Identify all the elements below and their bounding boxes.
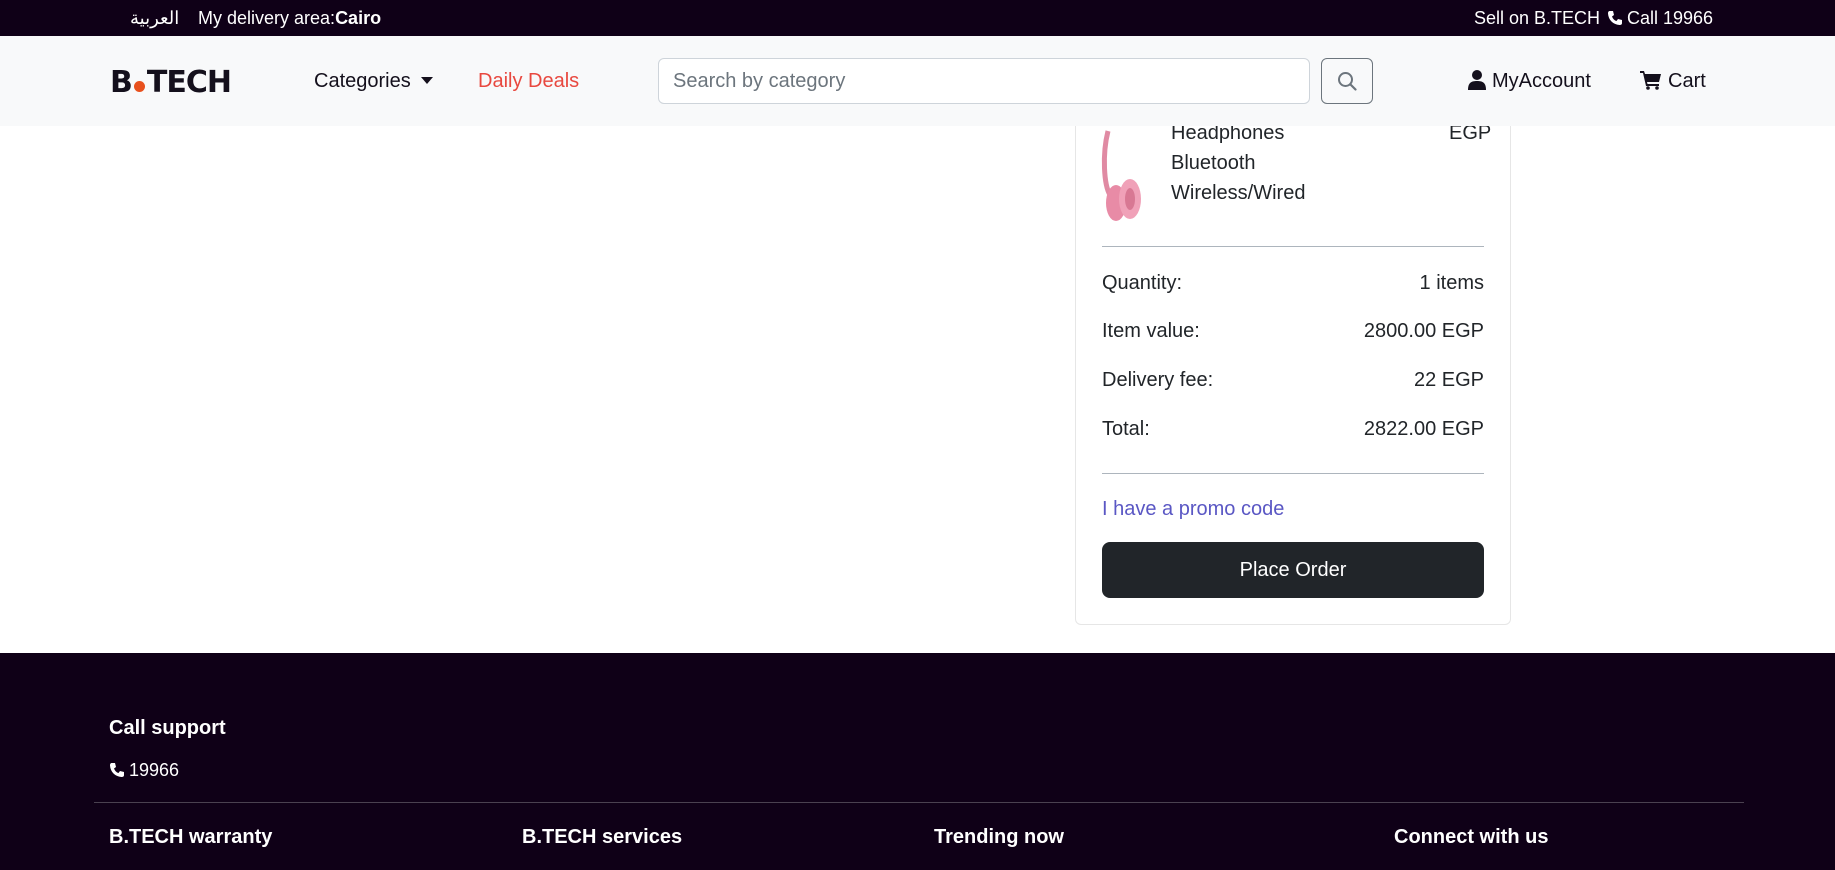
search-button[interactable] — [1321, 58, 1373, 104]
logo-dot — [133, 80, 145, 92]
top-bar: العربية My delivery area:Cairo Sell on B… — [0, 0, 1835, 36]
quantity-row: Quantity: 1 items — [1102, 272, 1484, 295]
account-label: MyAccount — [1492, 70, 1591, 92]
categories-label: Categories — [314, 70, 411, 92]
user-icon — [1468, 70, 1486, 90]
item-value: 2800.00 EGP — [1363, 320, 1484, 342]
logo-text-right: TECH — [146, 65, 232, 100]
btech-logo[interactable]: B TECH — [110, 65, 232, 100]
caret-down-icon — [420, 77, 433, 84]
delivery-fee-value: 22 EGP — [1413, 369, 1484, 391]
quantity-label: Quantity: — [1102, 272, 1183, 294]
delivery-area[interactable]: My delivery area:Cairo — [198, 8, 381, 29]
delivery-city: Cairo — [335, 8, 382, 28]
item-value-row: Item value: 2800.00 EGP — [1102, 320, 1484, 343]
call-support-heading: Call support — [109, 717, 226, 739]
total-row: Total: 2822.00 EGP — [1102, 418, 1484, 441]
language-switch[interactable]: العربية — [130, 8, 179, 29]
search-icon — [1338, 72, 1357, 91]
main-header: B TECH Categories Daily Deals MyAccount C… — [0, 36, 1835, 126]
footer-divider — [94, 802, 1744, 803]
delivery-area-label: My delivery area: — [198, 8, 336, 28]
product-name: Headphones Bluetooth Wireless/Wired — [1171, 118, 1305, 208]
site-footer: Call support 19966 B.TECH warranty B.TEC… — [0, 653, 1835, 870]
footer-heading-trending: Trending now — [934, 826, 1064, 848]
summary-divider — [1102, 246, 1484, 247]
summary-divider — [1102, 473, 1484, 474]
cart-label: Cart — [1668, 70, 1706, 92]
promo-code-link[interactable]: I have a promo code — [1102, 498, 1284, 521]
search-input[interactable] — [658, 58, 1310, 104]
call-link[interactable]: Call 19966 — [1607, 8, 1713, 29]
phone-icon — [110, 763, 124, 777]
logo-text-left: B — [110, 65, 133, 100]
product-name-line: Wireless/Wired — [1171, 182, 1306, 204]
delivery-fee-row: Delivery fee: 22 EGP — [1102, 369, 1484, 392]
footer-heading-services: B.TECH services — [522, 826, 683, 848]
footer-heading-connect: Connect with us — [1394, 826, 1549, 848]
place-order-button[interactable]: Place Order — [1102, 542, 1484, 598]
product-name-line: Bluetooth — [1171, 152, 1256, 174]
item-value-label: Item value: — [1102, 320, 1200, 342]
total-value: 2822.00 EGP — [1363, 418, 1484, 440]
support-phone-number: 19966 — [129, 760, 180, 780]
footer-heading-warranty: B.TECH warranty — [109, 826, 273, 848]
cart-icon — [1640, 71, 1661, 90]
delivery-fee-label: Delivery fee: — [1102, 369, 1214, 391]
cart-link[interactable]: Cart — [1640, 70, 1706, 93]
sell-link[interactable]: Sell on B.TECH — [1474, 8, 1600, 29]
categories-dropdown[interactable]: Categories — [314, 70, 433, 93]
product-image — [1100, 125, 1144, 225]
daily-deals-link[interactable]: Daily Deals — [478, 70, 579, 93]
phone-icon — [1608, 11, 1622, 25]
support-phone-link[interactable]: 19966 — [109, 760, 179, 781]
total-label: Total: — [1102, 418, 1150, 440]
my-account-link[interactable]: MyAccount — [1468, 70, 1591, 93]
quantity-value: 1 items — [1419, 272, 1484, 294]
call-text: Call 19966 — [1627, 8, 1714, 28]
